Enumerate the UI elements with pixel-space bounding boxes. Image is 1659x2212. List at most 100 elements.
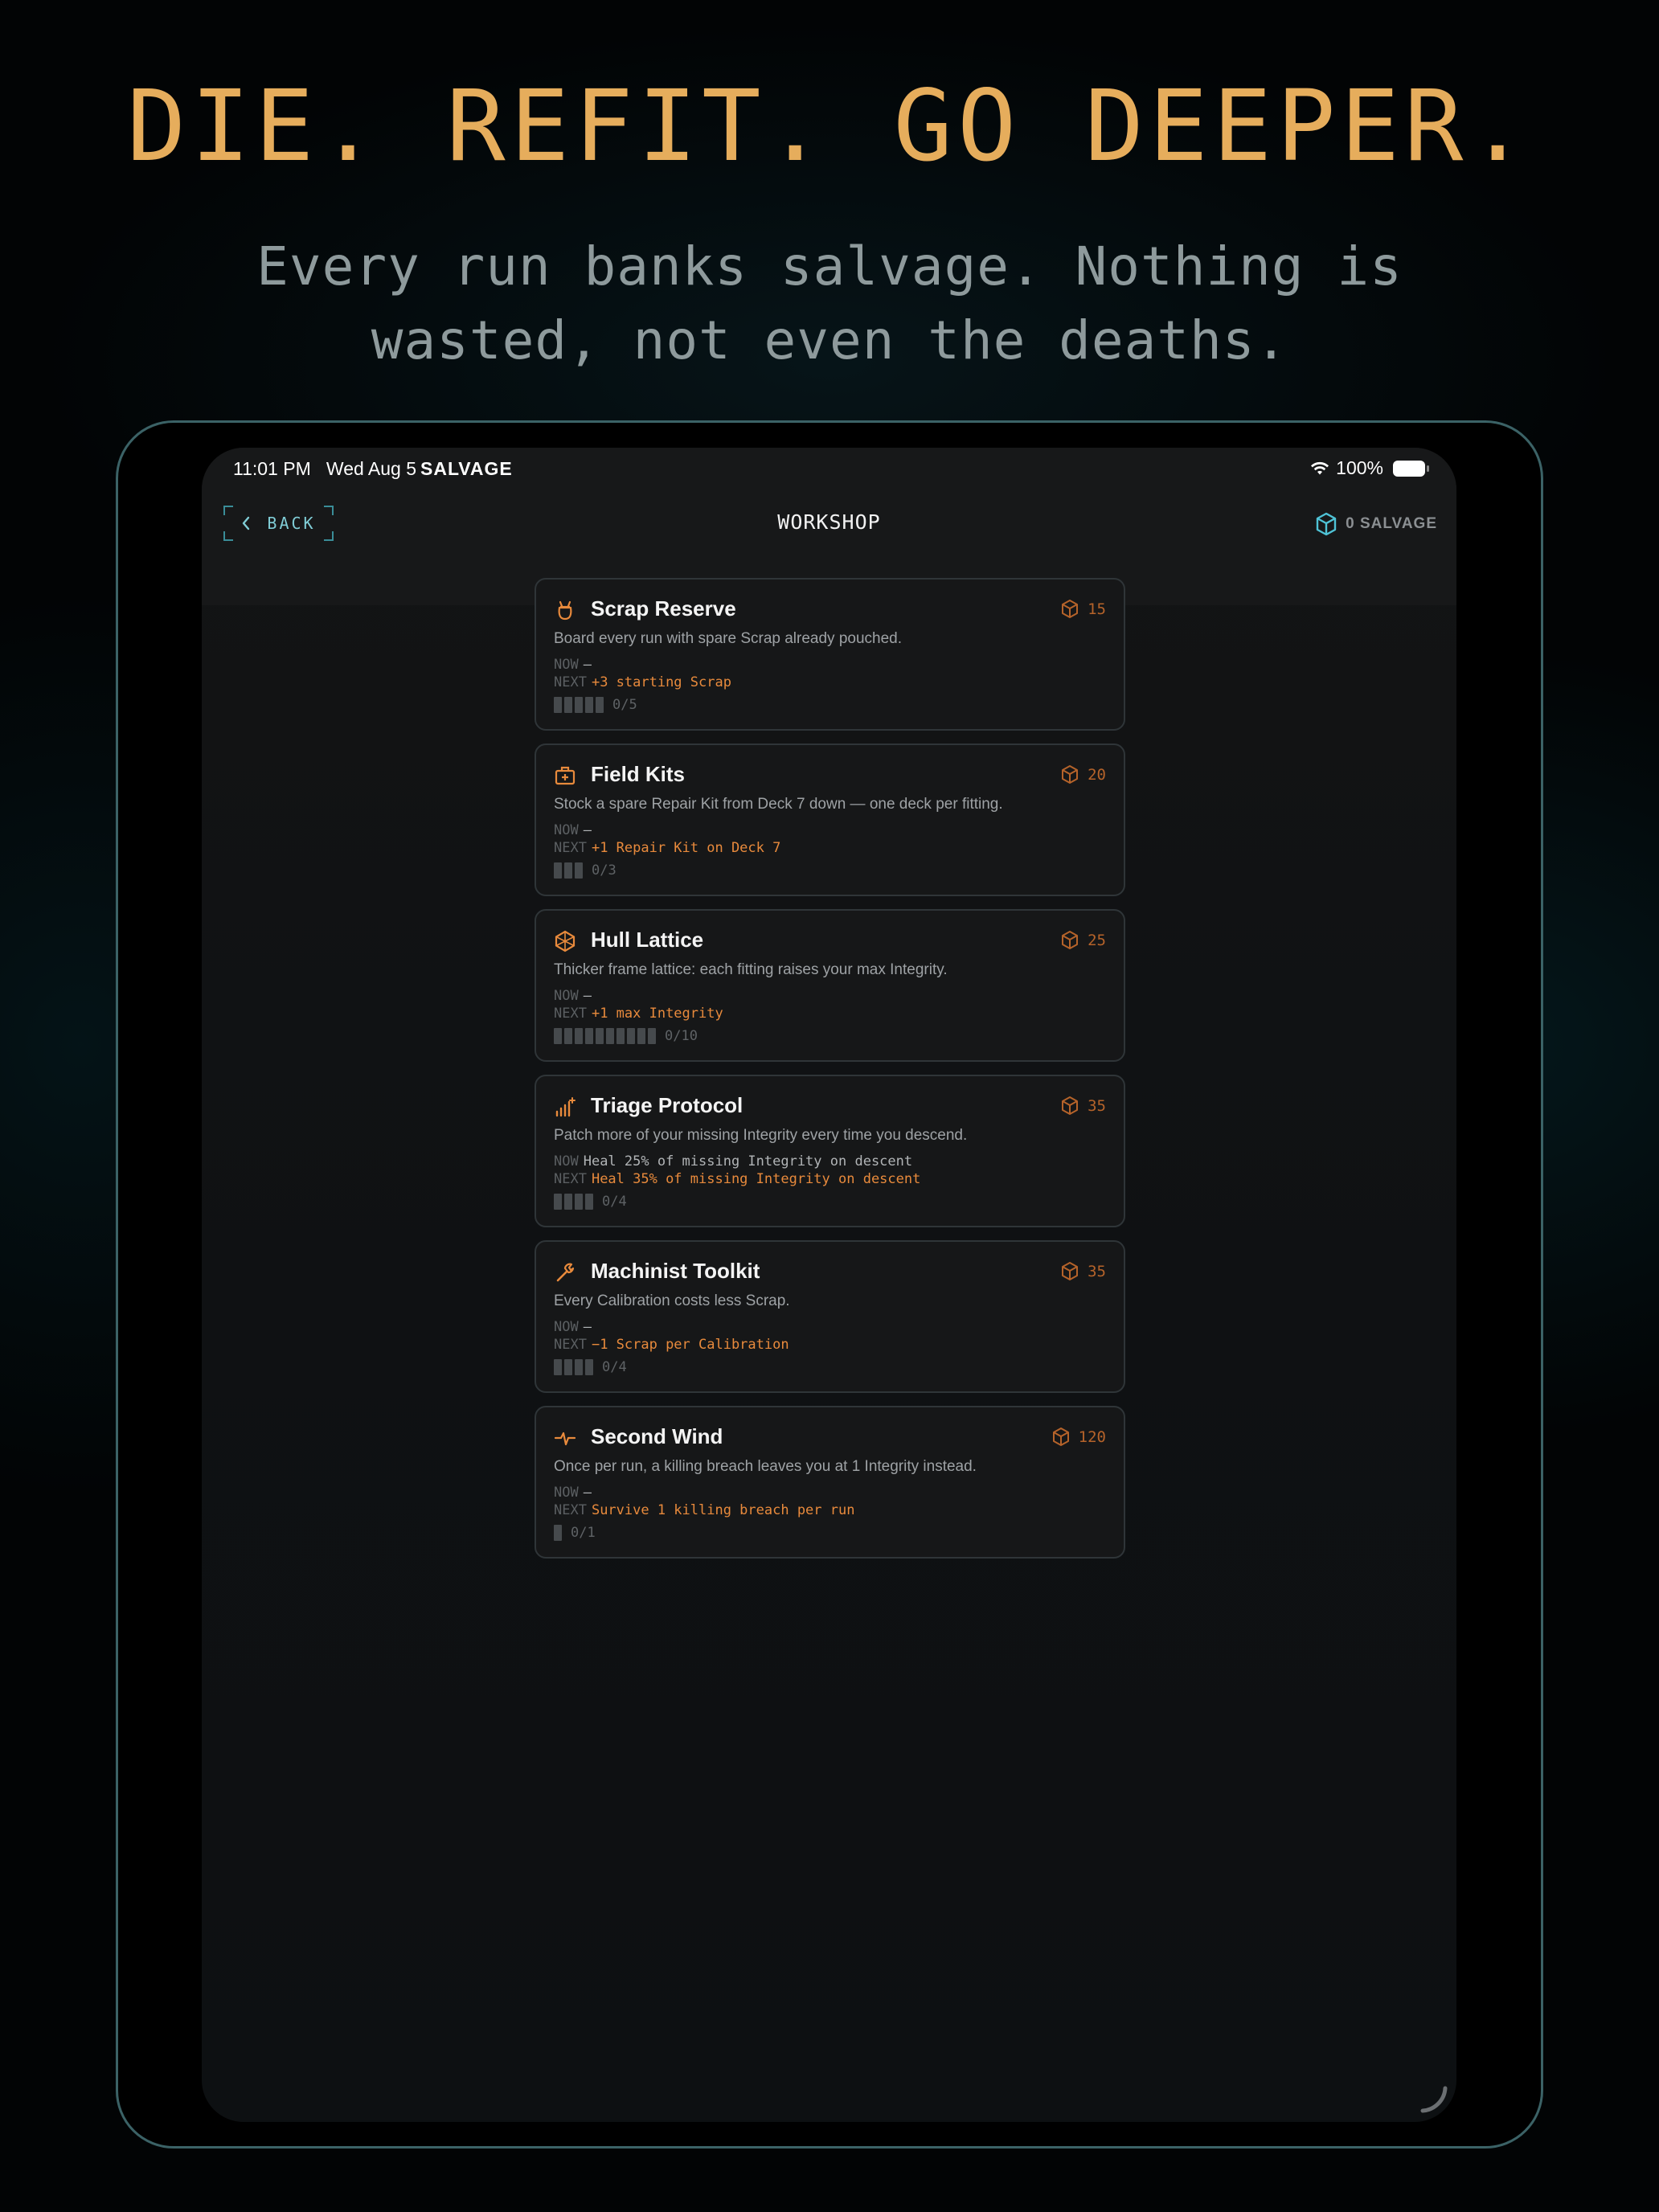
upgrade-list: Scrap Reserve 15 Board every run with spar… <box>535 578 1125 1571</box>
pulse-icon <box>554 1432 576 1446</box>
upgrade-next-row: NEXT +1 Repair Kit on Deck 7 <box>554 840 780 856</box>
now-value: — <box>583 822 592 838</box>
salvage-label: 0 SALVAGE <box>1346 515 1437 532</box>
upgrade-progress: 0/10 <box>554 1028 698 1044</box>
upgrade-description: Stock a spare Repair Kit from Deck 7 dow… <box>554 796 1003 813</box>
upgrade-now-row: NOW — <box>554 988 592 1004</box>
upgrade-next-row: NEXT −1 Scrap per Calibration <box>554 1337 789 1353</box>
upgrade-next-row: NEXT +1 max Integrity <box>554 1006 723 1022</box>
progress-pip <box>554 697 562 713</box>
progress-pip <box>575 697 583 713</box>
salvage-cube-icon <box>1062 765 1079 784</box>
page-title: WORKSHOP <box>777 510 881 534</box>
progress-pip <box>554 862 562 879</box>
pouch-icon <box>558 600 572 621</box>
now-label: NOW <box>554 822 579 838</box>
upgrade-description: Every Calibration costs less Scrap. <box>554 1292 790 1309</box>
progress-text: 0/1 <box>571 1525 596 1541</box>
next-value: −1 Scrap per Calibration <box>591 1337 789 1353</box>
promo-subhead: Every run banks salvage. Nothing is wast… <box>256 236 1403 371</box>
upgrade-card[interactable]: Scrap Reserve 15 Board every run with spar… <box>535 578 1125 731</box>
upgrade-cost: 35 <box>1060 1261 1106 1281</box>
next-value: +3 starting Scrap <box>591 674 731 690</box>
progress-pip <box>575 862 583 879</box>
status-date: Wed Aug 5 <box>326 458 417 479</box>
salvage-balance: 0 SALVAGE <box>1315 512 1437 536</box>
cost-value: 20 <box>1088 765 1106 784</box>
battery-icon <box>1393 460 1429 477</box>
progress-pip <box>616 1028 625 1044</box>
upgrade-card[interactable]: Field Kits 20 Stock a spare Repair Kit fro… <box>535 743 1125 896</box>
cost-value: 25 <box>1088 931 1106 949</box>
upgrade-card[interactable]: Second Wind 120 Once per run, a killing br… <box>535 1406 1125 1559</box>
upgrade-next-row: NEXT Heal 35% of missing Integrity on des… <box>554 1171 920 1187</box>
now-value: — <box>583 988 592 1004</box>
now-value: — <box>583 1319 592 1335</box>
progress-pip <box>575 1194 583 1210</box>
cost-value: 120 <box>1078 1428 1106 1446</box>
progress-pip <box>575 1028 583 1044</box>
status-app-name: SALVAGE <box>420 458 513 479</box>
upgrade-now-row: NOW — <box>554 657 592 673</box>
now-label: NOW <box>554 1485 579 1501</box>
progress-pip <box>585 1028 593 1044</box>
progress-pip <box>585 697 593 713</box>
salvage-cube-icon <box>1062 931 1079 949</box>
upgrade-title: Machinist Toolkit <box>591 1259 760 1283</box>
next-label: NEXT <box>554 1337 587 1353</box>
upgrade-now-row: NOW — <box>554 1485 592 1501</box>
progress-text: 0/10 <box>665 1028 698 1044</box>
salvage-cube-icon <box>1316 512 1337 536</box>
progress-pip <box>564 1194 572 1210</box>
upgrade-now-row: NOW Heal 25% of missing Integrity on desc… <box>554 1153 912 1169</box>
progress-pip <box>564 697 572 713</box>
upgrade-description: Patch more of your missing Integrity eve… <box>554 1127 968 1144</box>
progress-pip <box>585 1359 593 1375</box>
wrench-icon <box>556 1263 575 1282</box>
cost-value: 15 <box>1088 600 1106 618</box>
upgrade-progress: 0/4 <box>554 1359 627 1375</box>
next-value: +1 Repair Kit on Deck 7 <box>591 840 781 856</box>
upgrade-card[interactable]: Hull Lattice 25 Thicker frame lattice: eac… <box>535 909 1125 1062</box>
upgrade-now-row: NOW — <box>554 822 592 838</box>
upgrade-cost: 25 <box>1060 930 1106 950</box>
upgrade-cost: 20 <box>1060 764 1106 784</box>
upgrade-cost: 15 <box>1060 599 1106 619</box>
salvage-cube-icon <box>1062 1096 1079 1115</box>
progress-text: 0/3 <box>592 862 616 879</box>
battery-percent: 100% <box>1336 457 1383 478</box>
progress-pip <box>564 1028 572 1044</box>
resize-handle-icon <box>1420 2086 1448 2113</box>
progress-text: 0/5 <box>612 697 637 713</box>
upgrade-next-row: NEXT +3 starting Scrap <box>554 674 731 690</box>
upgrade-title: Second Wind <box>591 1424 723 1448</box>
status-bar: 11:01 PM Wed Aug 5 SALVAGE 100% <box>202 448 1456 496</box>
wifi-icon <box>1311 461 1329 474</box>
next-value: Heal 35% of missing Integrity on descent <box>591 1171 921 1187</box>
next-value: +1 max Integrity <box>591 1006 723 1022</box>
progress-pip <box>606 1028 614 1044</box>
upgrade-description: Once per run, a killing breach leaves yo… <box>554 1458 977 1475</box>
next-label: NEXT <box>554 1502 587 1518</box>
status-time: 11:01 PM <box>233 458 311 479</box>
app-screen: 11:01 PM Wed Aug 5 SALVAGE 100% BACK WOR… <box>202 448 1456 2122</box>
upgrade-card[interactable]: Triage Protocol 35 Patch more of your miss… <box>535 1075 1125 1227</box>
upgrade-next-row: NEXT Survive 1 killing breach per run <box>554 1502 854 1518</box>
status-right: 100% <box>1310 457 1429 479</box>
now-label: NOW <box>554 1153 579 1169</box>
salvage-cube-icon <box>1062 1262 1079 1280</box>
progress-pip <box>575 1359 583 1375</box>
upgrade-card[interactable]: Machinist Toolkit 35 Every Calibration cos… <box>535 1240 1125 1393</box>
progress-pip <box>627 1028 635 1044</box>
signal-plus-icon <box>555 1097 576 1117</box>
upgrade-progress: 0/3 <box>554 862 616 879</box>
now-label: NOW <box>554 988 579 1004</box>
cost-value: 35 <box>1088 1262 1106 1280</box>
upgrade-description: Thicker frame lattice: each fitting rais… <box>554 961 948 978</box>
next-label: NEXT <box>554 1006 587 1022</box>
progress-pip <box>564 1359 572 1375</box>
upgrade-title: Hull Lattice <box>591 928 704 952</box>
progress-pip <box>637 1028 645 1044</box>
progress-pip <box>554 1028 562 1044</box>
progress-text: 0/4 <box>602 1194 627 1210</box>
